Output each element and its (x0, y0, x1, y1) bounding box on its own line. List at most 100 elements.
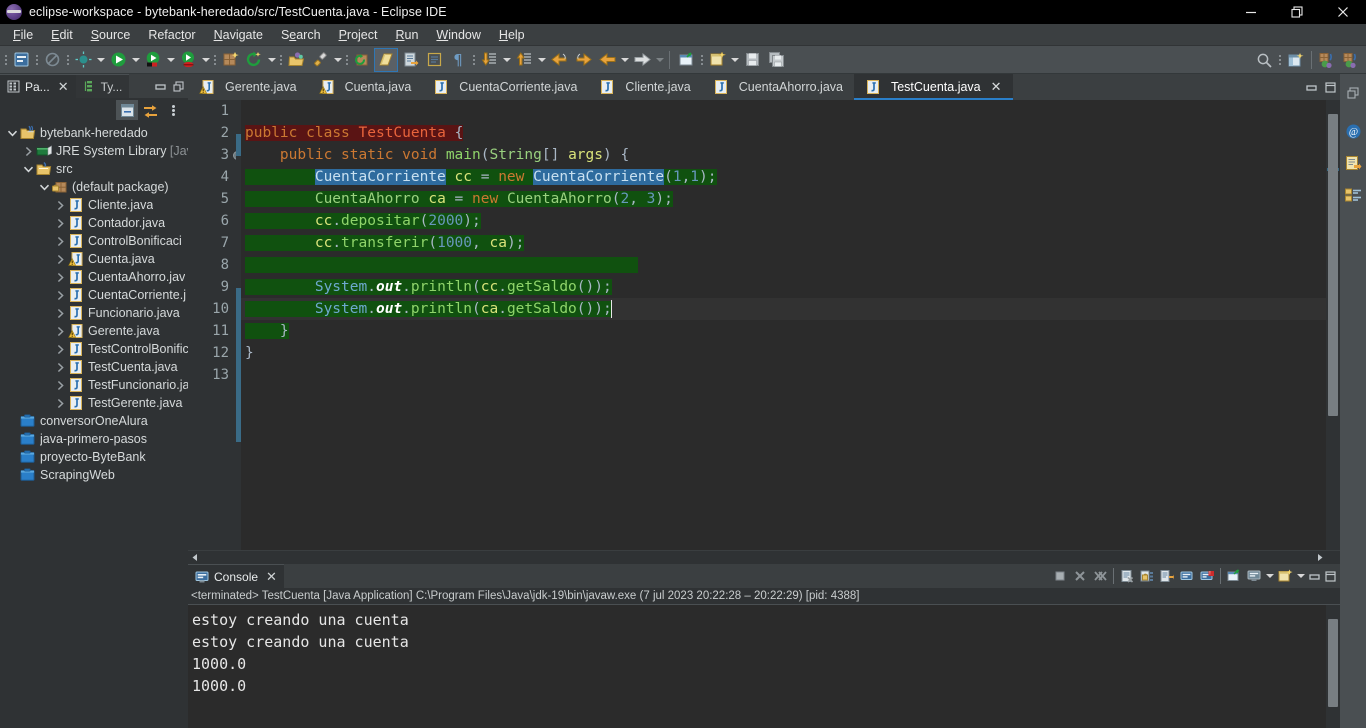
scroll-right-icon[interactable] (1312, 551, 1326, 565)
menu-file[interactable]: File (4, 26, 42, 44)
toolbar-grip[interactable] (277, 49, 284, 71)
forward-dropdown[interactable] (654, 48, 665, 72)
editor-tab[interactable]: CuentaCorriente.java (422, 74, 588, 100)
skip-breakpoints-dropdown[interactable] (95, 48, 106, 72)
minimize-icon[interactable] (152, 78, 168, 94)
save-all-icon[interactable] (764, 48, 788, 72)
restore-button[interactable] (1274, 0, 1320, 24)
tree-item[interactable]: proyecto-ByteBank (0, 448, 188, 466)
toggle-mark-occurrences-icon[interactable] (40, 48, 64, 72)
show-console-on-output-icon[interactable] (1177, 566, 1197, 586)
minimize-button[interactable] (1228, 0, 1274, 24)
chevron-right-icon[interactable] (52, 232, 68, 250)
close-icon[interactable]: ✕ (58, 80, 69, 93)
editor-tab[interactable]: Cliente.java (588, 74, 701, 100)
code-line[interactable] (241, 254, 1326, 276)
menu-search[interactable]: Search (272, 26, 330, 44)
tree-item[interactable]: ControlBonificaci (0, 232, 188, 250)
chevron-right-icon[interactable] (52, 268, 68, 286)
chevron-right-icon[interactable] (52, 322, 68, 340)
maximize-icon[interactable] (1322, 568, 1338, 584)
tree-item[interactable]: TestCuenta.java (0, 358, 188, 376)
new-java-project-icon[interactable] (218, 48, 242, 72)
code-line[interactable]: System.out.println(ca.getSaldo()); (241, 298, 1326, 320)
pin-console-icon[interactable] (1224, 566, 1244, 586)
back-icon[interactable] (595, 48, 619, 72)
tree-item[interactable]: TestControlBonific (0, 340, 188, 358)
toolbar-grip[interactable] (1276, 49, 1283, 71)
code-line[interactable] (241, 364, 1326, 386)
word-wrap-icon[interactable] (1157, 566, 1177, 586)
tree-item[interactable]: src (0, 160, 188, 178)
tree-item[interactable]: Gerente.java (0, 322, 188, 340)
chevron-right-icon[interactable] (52, 250, 68, 268)
display-selected-console-dropdown[interactable] (1264, 566, 1275, 586)
toolbar-grip[interactable] (33, 49, 40, 71)
java-perspective-icon[interactable] (1316, 48, 1340, 72)
code-line[interactable] (241, 100, 1326, 122)
chevron-right-icon[interactable] (52, 214, 68, 232)
menu-source[interactable]: Source (82, 26, 140, 44)
last-edit-location-icon[interactable] (547, 48, 571, 72)
scroll-left-icon[interactable] (188, 551, 202, 565)
display-selected-console-icon[interactable] (1244, 566, 1264, 586)
code-line[interactable]: public class TestCuenta { (241, 122, 1326, 144)
chevron-down-icon[interactable] (36, 178, 52, 196)
clear-console-icon[interactable] (1117, 566, 1137, 586)
restore-icon[interactable] (1342, 82, 1364, 104)
view-tab-console[interactable]: Console ✕ (188, 564, 284, 588)
minimize-icon[interactable] (1303, 79, 1319, 95)
tree-item[interactable]: conversorOneAlura (0, 412, 188, 430)
new-java-class-icon[interactable] (350, 48, 374, 72)
view-menu-icon[interactable] (162, 100, 184, 120)
new-wizard-icon[interactable] (9, 48, 33, 72)
toolbar-grip[interactable] (2, 49, 9, 71)
editor-vscrollbar[interactable] (1326, 100, 1340, 550)
scrollbar-thumb[interactable] (1328, 619, 1338, 707)
tree-item[interactable]: TestGerente.java (0, 394, 188, 412)
toolbar-grip[interactable] (211, 49, 218, 71)
open-type-icon[interactable] (284, 48, 308, 72)
view-tab-package-explorer[interactable]: Pa... ✕ (0, 74, 76, 98)
maximize-icon[interactable] (170, 78, 186, 94)
tree-item[interactable]: Contador.java (0, 214, 188, 232)
toolbar-grip[interactable] (64, 49, 71, 71)
next-annotation-dropdown[interactable] (501, 48, 512, 72)
toggle-block-selection-icon[interactable] (422, 48, 446, 72)
forward-icon[interactable] (630, 48, 654, 72)
chevron-right-icon[interactable] (20, 142, 36, 160)
close-button[interactable] (1320, 0, 1366, 24)
view-tab-type-hierarchy[interactable]: Ty... (75, 74, 130, 98)
tree-item[interactable]: CuentaCorriente.j (0, 286, 188, 304)
new-file-icon[interactable] (705, 48, 729, 72)
tree-item[interactable]: bytebank-heredado (0, 124, 188, 142)
tree-item[interactable]: java-primero-pasos (0, 430, 188, 448)
console-output-text[interactable]: estoy creando una cuenta estoy creando un… (188, 605, 1326, 728)
package-explorer-tree[interactable]: bytebank-heredado JRE System Library [Ja… (0, 122, 188, 728)
show-whitespace-icon[interactable]: ¶ (446, 48, 470, 72)
close-icon[interactable]: ✕ (991, 79, 1002, 95)
external-tools-icon[interactable] (308, 48, 332, 72)
open-console-dropdown[interactable] (1295, 566, 1306, 586)
editor-tab[interactable]: CuentaAhorro.java (702, 74, 854, 100)
menu-project[interactable]: Project (330, 26, 387, 44)
menu-window[interactable]: Window (427, 26, 489, 44)
task-list-icon[interactable] (1342, 184, 1364, 206)
menu-refactor[interactable]: Refactor (139, 26, 204, 44)
chevron-right-icon[interactable] (52, 394, 68, 412)
at-sign-icon[interactable]: @ (1342, 120, 1364, 142)
remove-all-terminated-icon[interactable] (1090, 566, 1110, 586)
previous-annotation-icon[interactable] (512, 48, 536, 72)
new-java-project-highlighted-icon[interactable] (374, 47, 398, 72)
code-line[interactable]: System.out.println(cc.getSaldo()); (241, 276, 1326, 298)
editor-tab[interactable]: TestCuenta.java ✕ (853, 74, 1013, 100)
toolbar-grip[interactable] (470, 49, 477, 71)
run-coverage-icon[interactable] (176, 48, 200, 72)
tree-item[interactable]: TestFuncionario.ja (0, 376, 188, 394)
remove-launch-icon[interactable] (1070, 566, 1090, 586)
tree-item[interactable]: Cuenta.java (0, 250, 188, 268)
minimize-icon[interactable] (1306, 568, 1322, 584)
editor-tab[interactable]: Cuenta.java (308, 74, 423, 100)
run-dropdown[interactable] (130, 48, 141, 72)
editor-tab[interactable]: Gerente.java (188, 74, 308, 100)
